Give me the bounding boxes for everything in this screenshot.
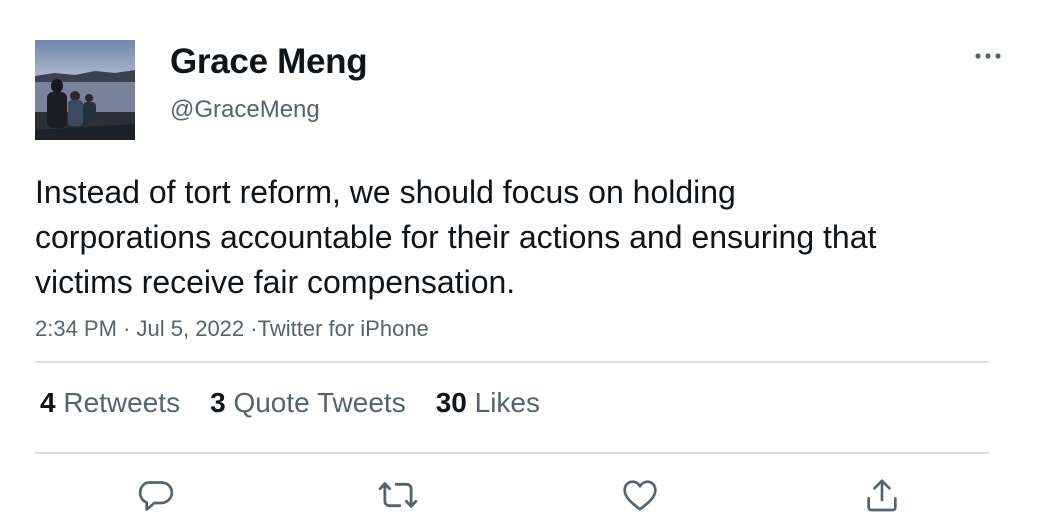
quote-tweets-stat[interactable]: 3 Quote Tweets bbox=[210, 387, 406, 419]
quote-tweets-label: Quote Tweets bbox=[233, 387, 406, 418]
retweets-count: 4 bbox=[40, 387, 56, 418]
avatar[interactable] bbox=[35, 40, 135, 140]
tweet-stats: 4 Retweets 3 Quote Tweets 30 Likes bbox=[40, 387, 570, 419]
tweet-text: Instead of tort reform, we should focus … bbox=[35, 174, 877, 300]
more-dots-icon bbox=[975, 53, 1001, 59]
meta-separator: · bbox=[250, 316, 258, 341]
retweet-button[interactable] bbox=[377, 474, 419, 516]
like-button[interactable] bbox=[619, 474, 661, 516]
divider bbox=[35, 361, 989, 363]
heart-icon bbox=[623, 480, 657, 511]
retweet-icon bbox=[378, 482, 418, 508]
retweets-stat[interactable]: 4 Retweets bbox=[40, 387, 180, 419]
tweet-meta: 2:34 PM · Jul 5, 2022 ·Twitter for iPhon… bbox=[35, 316, 429, 342]
reply-icon bbox=[138, 481, 174, 511]
likes-stat[interactable]: 30 Likes bbox=[436, 387, 540, 419]
display-name[interactable]: Grace Meng bbox=[170, 42, 368, 82]
tweet-date[interactable]: Jul 5, 2022 bbox=[137, 316, 245, 341]
tweet-source[interactable]: Twitter for iPhone bbox=[258, 316, 429, 341]
more-options-button[interactable] bbox=[968, 40, 1008, 72]
reply-button[interactable] bbox=[135, 474, 177, 516]
meta-separator: · bbox=[123, 316, 131, 341]
share-icon bbox=[867, 479, 897, 512]
divider bbox=[35, 452, 989, 454]
share-button[interactable] bbox=[861, 474, 903, 516]
avatar-photo bbox=[35, 40, 135, 140]
user-handle[interactable]: @GraceMeng bbox=[170, 96, 320, 124]
tweet-card: Grace Meng @GraceMeng Instead of tort re… bbox=[0, 0, 1050, 525]
action-bar bbox=[0, 474, 1050, 516]
retweets-label: Retweets bbox=[63, 387, 181, 418]
likes-count: 30 bbox=[435, 387, 467, 418]
quote-tweets-count: 3 bbox=[210, 387, 226, 418]
likes-label: Likes bbox=[474, 387, 541, 418]
tweet-time[interactable]: 2:34 PM bbox=[35, 316, 117, 341]
